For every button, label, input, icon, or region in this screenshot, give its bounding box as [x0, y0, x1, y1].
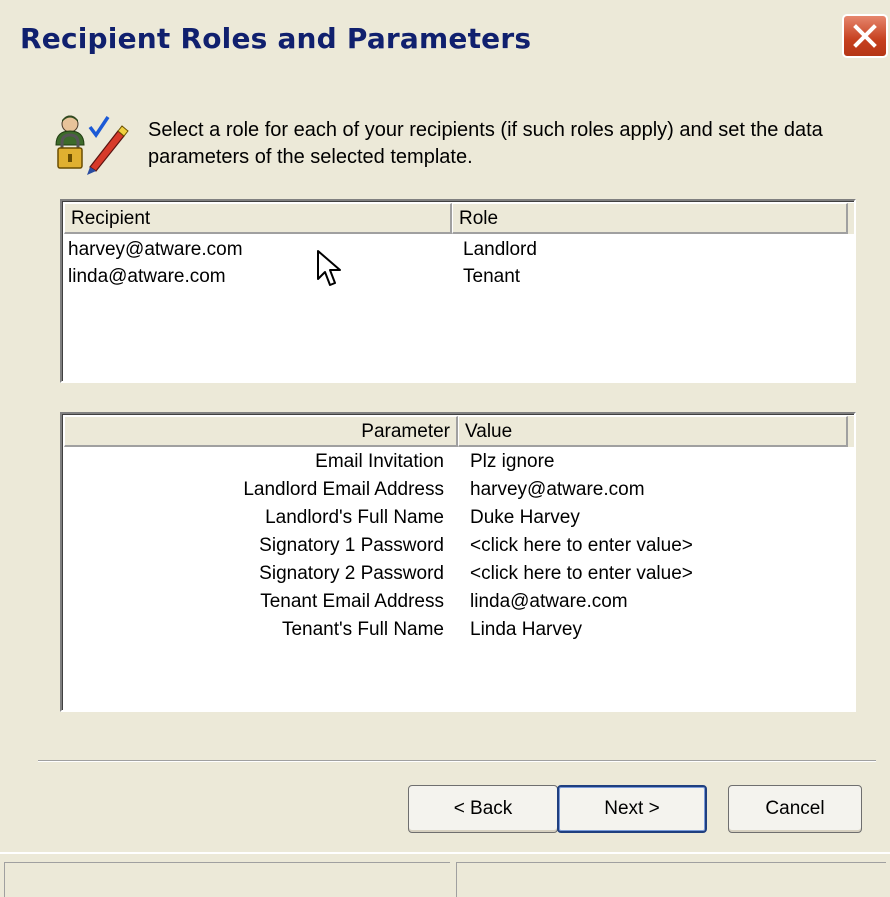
table-row[interactable]: Email Invitation Plz ignore — [68, 451, 848, 477]
status-bar — [0, 852, 890, 897]
parameters-table[interactable]: Parameter Value Email Invitation Plz igno… — [60, 412, 856, 712]
recipient-role: Tenant — [463, 266, 521, 287]
close-button[interactable] — [842, 14, 888, 58]
footer-separator — [38, 760, 876, 762]
intro-text: Select a role for each of your recipient… — [148, 119, 823, 168]
column-header-value[interactable]: Value — [458, 416, 848, 447]
parameter-value[interactable]: Linda Harvey — [470, 619, 582, 641]
parameter-name: Tenant's Full Name — [281, 619, 444, 640]
title-bar: Recipient Roles and Parameters — [0, 0, 890, 88]
table-row[interactable]: linda@atware.com Tenant — [68, 266, 848, 292]
recipients-table[interactable]: Recipient Role harvey@atware.com Landlor… — [60, 199, 856, 383]
column-header-parameter[interactable]: Parameter — [64, 416, 458, 447]
parameter-name: Landlord's Full Name — [265, 507, 444, 528]
recipients-table-header: Recipient Role — [64, 203, 854, 234]
recipient-role: Landlord — [463, 239, 537, 260]
parameter-name: Tenant Email Address — [260, 591, 444, 612]
status-pane-left — [4, 862, 450, 897]
table-row[interactable]: Tenant's Full Name Linda Harvey — [68, 619, 848, 645]
window-title: Recipient Roles and Parameters — [20, 22, 532, 55]
parameter-value[interactable]: harvey@atware.com — [470, 479, 645, 501]
mouse-cursor-icon — [317, 250, 341, 286]
next-button[interactable]: Next > — [557, 785, 707, 833]
back-button[interactable]: < Back — [408, 785, 558, 833]
parameter-value[interactable]: Duke Harvey — [470, 507, 580, 529]
status-pane-right — [456, 862, 886, 897]
users-lock-pen-icon — [55, 115, 129, 175]
parameter-name: Signatory 1 Password — [259, 535, 444, 556]
parameters-table-header: Parameter Value — [64, 416, 854, 447]
parameter-value[interactable]: linda@atware.com — [470, 591, 628, 613]
parameter-value[interactable]: <click here to enter value> — [470, 535, 693, 557]
parameter-value[interactable]: Plz ignore — [470, 451, 555, 473]
parameter-name: Signatory 2 Password — [259, 563, 444, 584]
parameter-value[interactable]: <click here to enter value> — [470, 563, 693, 585]
recipient-email: linda@atware.com — [68, 266, 226, 287]
column-header-role[interactable]: Role — [452, 203, 848, 234]
recipient-email: harvey@atware.com — [68, 239, 243, 260]
cancel-button[interactable]: Cancel — [728, 785, 862, 833]
parameter-name: Email Invitation — [315, 451, 444, 472]
table-row[interactable]: Landlord's Full Name Duke Harvey — [68, 507, 848, 533]
column-header-recipient[interactable]: Recipient — [64, 203, 452, 234]
table-row[interactable]: Tenant Email Address linda@atware.com — [68, 591, 848, 617]
table-row[interactable]: Landlord Email Address harvey@atware.com — [68, 479, 848, 505]
table-row[interactable]: harvey@atware.com Landlord — [68, 239, 848, 265]
close-icon — [853, 24, 877, 48]
table-row[interactable]: Signatory 1 Password <click here to enter… — [68, 535, 848, 561]
table-row[interactable]: Signatory 2 Password <click here to enter… — [68, 563, 848, 589]
parameter-name: Landlord Email Address — [243, 479, 444, 500]
